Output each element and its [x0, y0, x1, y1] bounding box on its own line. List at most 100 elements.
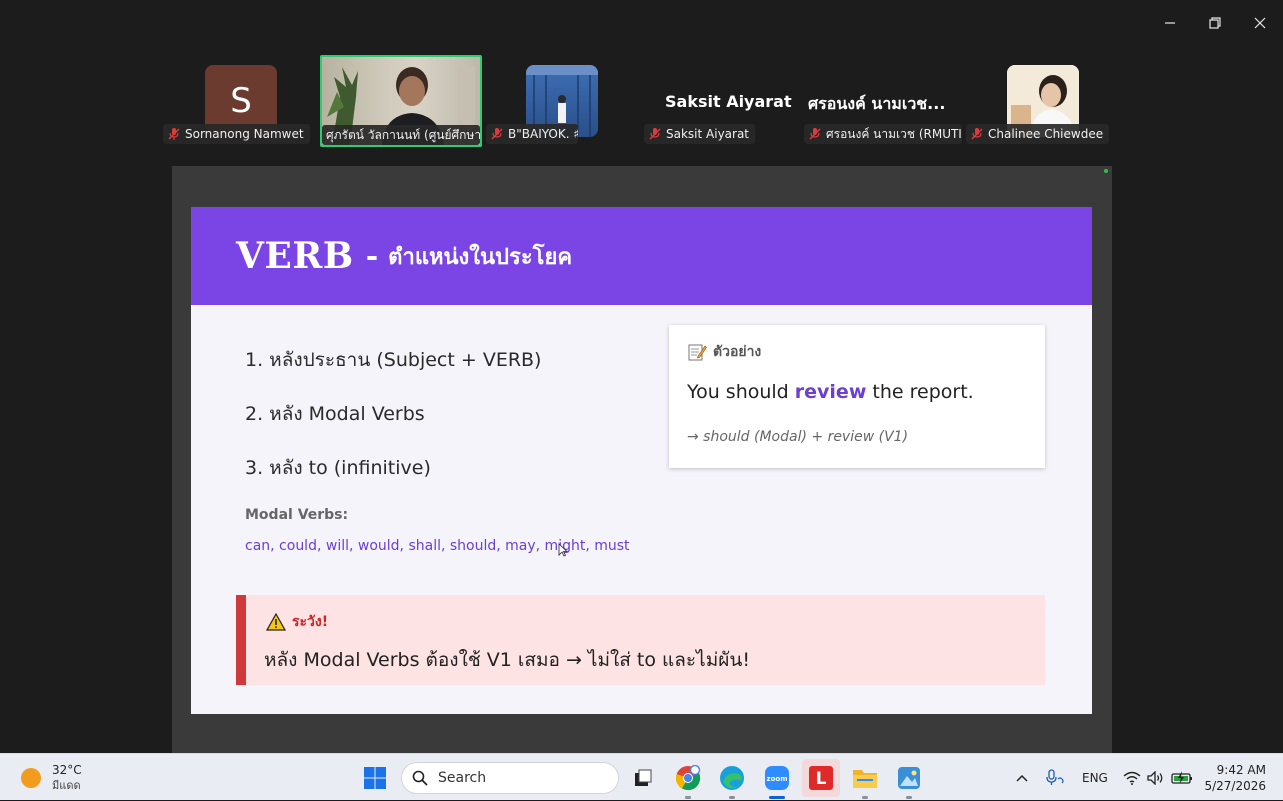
- mouse-cursor-icon: [558, 543, 568, 557]
- example-sentence-start: You should: [687, 381, 795, 403]
- battery-charging-icon: [1171, 770, 1192, 784]
- example-sentence-end: the report.: [866, 381, 974, 403]
- zoom-icon: zoom: [765, 766, 789, 790]
- modal-verbs-label: Modal Verbs:: [245, 507, 349, 523]
- taskbar-search[interactable]: Search: [401, 762, 619, 794]
- chrome-app[interactable]: [673, 763, 703, 799]
- file-explorer-app[interactable]: [850, 763, 880, 799]
- folder-icon: [853, 770, 877, 788]
- example-sentence: You should review the report.: [687, 381, 974, 403]
- l-app[interactable]: L: [802, 759, 840, 797]
- shared-screen[interactable]: VERB - ตำแหน่งในประโยค 1. หลังประธาน (Su…: [172, 166, 1112, 753]
- warning-icon: [266, 613, 286, 631]
- example-card: ตัวอย่าง You should review the report. →…: [669, 325, 1045, 468]
- clock-date: 5/27/2026: [1204, 778, 1266, 793]
- close-button[interactable]: [1245, 8, 1275, 38]
- photos-app[interactable]: [894, 763, 924, 799]
- modal-verbs-list: can, could, will, would, shall, should, …: [245, 538, 630, 554]
- example-note: → should (Modal) + review (V1): [687, 429, 909, 445]
- participant-tile[interactable]: ศรอนงค์ นามเวช... ศรอนงค์ นามเวช (RMUTI …: [804, 56, 964, 146]
- warning-box: ระวัง! หลัง Modal Verbs ต้องใช้ V1 เสมอ …: [236, 595, 1045, 685]
- participant-tile[interactable]: Saksit Aiyarat Saksit Aiyarat: [644, 56, 792, 146]
- position-point: 2. หลัง Modal Verbs: [245, 403, 425, 425]
- zoom-app[interactable]: zoom: [762, 763, 792, 799]
- slide-title-separator: -: [365, 238, 379, 274]
- participant-display-name: ศรอนงค์ นามเวช...: [808, 94, 946, 113]
- photos-icon: [898, 767, 920, 789]
- microphone-icon: [1046, 768, 1064, 785]
- example-title: ตัวอย่าง: [687, 341, 761, 363]
- microphone-status[interactable]: [1045, 754, 1065, 801]
- input-language[interactable]: ENG: [1082, 754, 1108, 801]
- zoom-meeting-window: S Sornanong Namwet ศุภรัตน์ วัลกานนท์ (ศ…: [0, 0, 1283, 753]
- restore-icon: [1209, 17, 1221, 29]
- clock[interactable]: 9:42 AM 5/27/2026: [1204, 754, 1266, 801]
- clock-time: 9:42 AM: [1216, 762, 1266, 777]
- participant-name-chip: Saksit Aiyarat: [644, 124, 756, 144]
- weather-widget[interactable]: 32°C มีแดด: [20, 754, 82, 801]
- participant-name: ศุภรัตน์ วัลกานนท์ (ศูนย์ศึกษา...: [326, 127, 480, 142]
- participant-name: Chalinee Chiewdee: [988, 127, 1104, 141]
- volume-control[interactable]: [1147, 754, 1165, 801]
- close-icon: [1254, 17, 1266, 29]
- position-point: 1. หลังประธาน (Subject + VERB): [245, 349, 542, 371]
- minimize-button[interactable]: [1155, 8, 1185, 38]
- participant-tile[interactable]: S Sornanong Namwet: [163, 56, 310, 146]
- slide-title: VERB: [236, 235, 354, 277]
- task-view-icon: [635, 769, 652, 786]
- running-indicator: [685, 796, 691, 799]
- minimize-icon: [1165, 22, 1175, 24]
- participant-name-chip: Sornanong Namwet: [163, 124, 310, 144]
- search-placeholder: Search: [438, 770, 487, 786]
- chrome-icon: [675, 765, 701, 791]
- wifi-status[interactable]: [1123, 754, 1141, 801]
- weather-desc: มีแดด: [52, 778, 81, 792]
- warning-text: หลัง Modal Verbs ต้องใช้ V1 เสมอ → ไม่ใส…: [264, 649, 750, 671]
- battery-status[interactable]: [1171, 754, 1193, 801]
- restore-button[interactable]: [1200, 8, 1230, 38]
- svg-text:L: L: [816, 769, 827, 789]
- participant-tile[interactable]: Chalinee Chiewdee: [966, 56, 1110, 146]
- show-hidden-icons-button[interactable]: [1015, 754, 1029, 801]
- wifi-icon: [1123, 771, 1141, 785]
- chevron-up-icon: [1016, 774, 1028, 782]
- sun-icon: [21, 767, 41, 788]
- running-indicator-active: [769, 796, 785, 799]
- participant-name: Saksit Aiyarat: [666, 127, 750, 141]
- speaker-icon: [1147, 770, 1163, 785]
- windows-logo-icon: [364, 767, 386, 789]
- participant-name: B"BAIYOK. ♯: [508, 127, 578, 141]
- participant-name: Sornanong Namwet: [185, 127, 304, 141]
- edge-app[interactable]: [717, 763, 747, 799]
- start-button[interactable]: [360, 763, 390, 793]
- running-indicator: [729, 796, 735, 799]
- windows-taskbar: 32°C มีแดด Search zoom L ENG 9:42 AM 5/2…: [0, 753, 1283, 800]
- weather-temp: 32°C: [52, 762, 82, 777]
- mic-muted-icon: [971, 128, 983, 140]
- participant-name: ศรอนงค์ นามเวช (RMUTI ...: [826, 126, 962, 141]
- participant-display-name: Saksit Aiyarat: [665, 92, 792, 111]
- svg-text:zoom: zoom: [767, 775, 788, 783]
- warning-title-text: ระวัง!: [292, 614, 329, 630]
- share-indicator: [1104, 169, 1108, 173]
- mic-muted-icon: [168, 128, 180, 140]
- task-view-button[interactable]: [628, 763, 658, 793]
- mic-muted-icon: [491, 128, 503, 140]
- participant-tile-active-speaker[interactable]: ศุภรัตน์ วัลกานนท์ (ศูนย์ศึกษา...: [320, 55, 482, 147]
- letter-l-app-icon: L: [809, 766, 833, 790]
- participant-name-chip: ศรอนงค์ นามเวช (RMUTI ...: [804, 124, 962, 144]
- running-indicator: [906, 796, 912, 799]
- slide-subtitle: ตำแหน่งในประโยค: [388, 244, 573, 270]
- mic-muted-icon: [809, 128, 821, 140]
- search-icon: [412, 770, 428, 786]
- participant-name-chip: ศุภรัตน์ วัลกานนท์ (ศูนย์ศึกษา...: [322, 125, 480, 145]
- participant-name-chip: B"BAIYOK. ♯: [486, 124, 578, 144]
- slide-header: VERB - ตำแหน่งในประโยค: [191, 207, 1092, 305]
- presentation-slide: VERB - ตำแหน่งในประโยค 1. หลังประธาน (Su…: [191, 207, 1092, 714]
- position-point: 3. หลัง to (infinitive): [245, 457, 431, 479]
- running-indicator: [862, 796, 868, 799]
- participant-tile[interactable]: B"BAIYOK. ♯: [486, 56, 606, 146]
- participant-name-chip: Chalinee Chiewdee: [966, 124, 1110, 144]
- mic-muted-icon: [649, 128, 661, 140]
- warning-title: ระวัง!: [266, 611, 328, 633]
